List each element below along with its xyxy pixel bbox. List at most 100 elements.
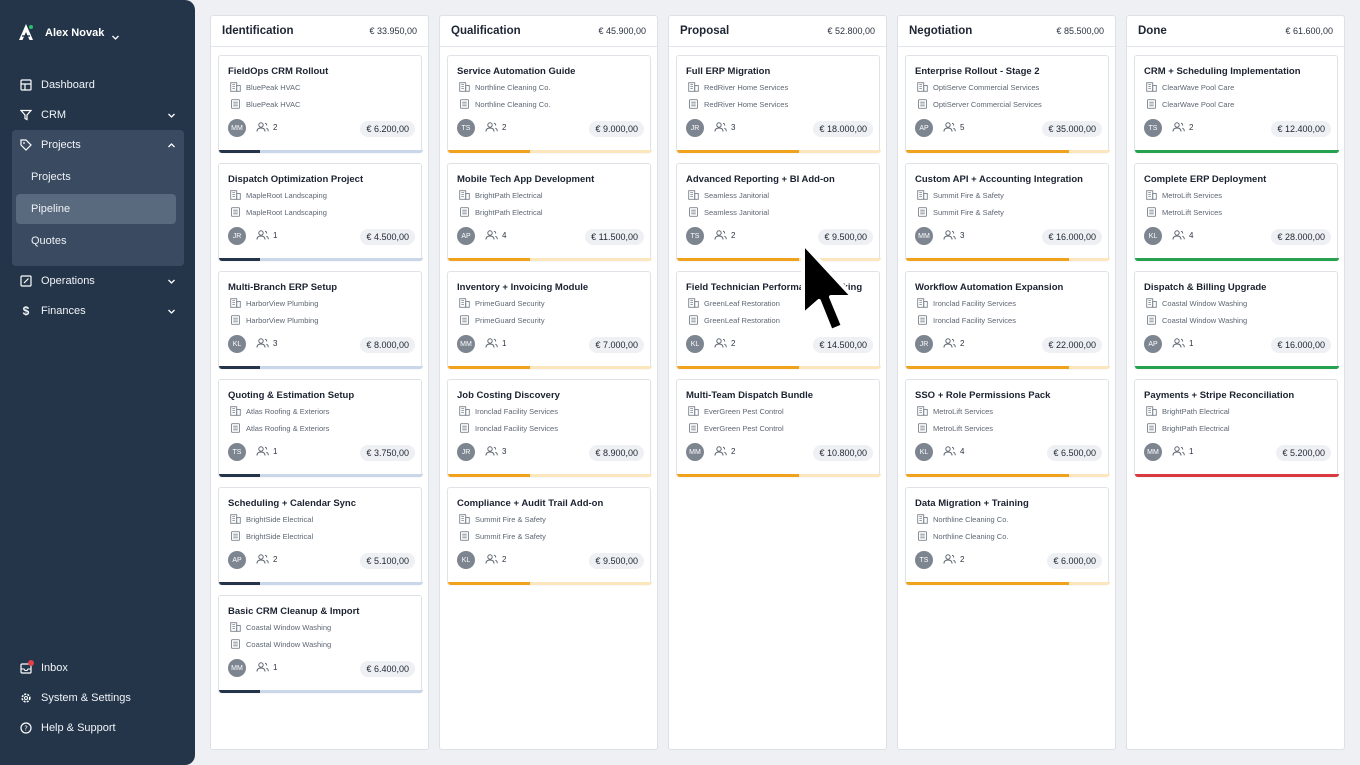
deal-card[interactable]: Enterprise Rollout - Stage 2 OptiServe C… — [905, 55, 1110, 153]
deal-title: Basic CRM Cleanup & Import — [228, 606, 360, 617]
stage-progress-bar — [448, 258, 652, 261]
contact-name: PrimeGuard Security — [475, 315, 545, 325]
avatar[interactable]: KL — [228, 335, 246, 353]
deal-company: BrightPath Electrical — [1146, 406, 1230, 416]
document-icon — [460, 423, 469, 433]
contact-name: BrightPath Electrical — [475, 207, 543, 217]
avatar[interactable]: TS — [915, 551, 933, 569]
company-name: Ironclad Facility Services — [475, 406, 558, 416]
deal-value: € 14.500,00 — [813, 337, 873, 353]
avatar[interactable]: KL — [915, 443, 933, 461]
avatar[interactable]: JR — [686, 119, 704, 137]
contact-name: Atlas Roofing & Exteriors — [246, 423, 330, 433]
stage-progress-fill — [677, 474, 800, 477]
avatar[interactable]: AP — [228, 551, 246, 569]
avatar[interactable]: TS — [457, 119, 475, 137]
contact-name: Coastal Window Washing — [246, 639, 332, 649]
deal-value: € 10.800,00 — [813, 445, 873, 461]
avatar[interactable]: JR — [915, 335, 933, 353]
contact-name: HarborView Plumbing — [246, 315, 319, 325]
deal-card[interactable]: Quoting & Estimation Setup Atlas Roofing… — [218, 379, 423, 477]
deal-card[interactable]: CRM + Scheduling Implementation ClearWav… — [1134, 55, 1339, 153]
deal-card[interactable]: Basic CRM Cleanup & Import Coastal Windo… — [218, 595, 423, 693]
stage-progress-bar — [448, 366, 652, 369]
deal-card[interactable]: Multi-Team Dispatch Bundle EverGreen Pes… — [676, 379, 881, 477]
deal-card[interactable]: Job Costing Discovery Ironclad Facility … — [447, 379, 652, 477]
company-name: Northline Cleaning Co. — [475, 82, 551, 92]
avatar[interactable]: KL — [686, 335, 704, 353]
nav-item-crm[interactable]: CRM — [12, 100, 184, 130]
deal-value: € 6.400,00 — [360, 661, 415, 677]
nav-item-operations[interactable]: Operations — [12, 266, 184, 296]
team-count-value: 2 — [960, 554, 965, 564]
avatar[interactable]: JR — [228, 227, 246, 245]
team-count-value: 2 — [960, 338, 965, 348]
deal-card[interactable]: FieldOps CRM Rollout BluePeak HVAC BlueP… — [218, 55, 423, 153]
deal-card[interactable]: Multi-Branch ERP Setup HarborView Plumbi… — [218, 271, 423, 369]
nav-label: System & Settings — [41, 692, 131, 704]
nav-item-finances[interactable]: $ Finances — [12, 296, 184, 326]
deal-card[interactable]: Workflow Automation Expansion Ironclad F… — [905, 271, 1110, 369]
avatar[interactable]: AP — [457, 227, 475, 245]
team-count: 1 — [485, 338, 506, 348]
contact-name: Summit Fire & Safety — [933, 207, 1004, 217]
deal-card[interactable]: Payments + Stripe Reconciliation BrightP… — [1134, 379, 1339, 477]
deal-card[interactable]: Dispatch Optimization Project MapleRoot … — [218, 163, 423, 261]
avatar[interactable]: MM — [457, 335, 475, 353]
users-icon — [485, 230, 498, 240]
avatar[interactable]: MM — [228, 119, 246, 137]
avatar[interactable]: KL — [457, 551, 475, 569]
column-total: € 45.900,00 — [598, 26, 646, 36]
deal-card[interactable]: Inventory + Invoicing Module PrimeGuard … — [447, 271, 652, 369]
deal-card[interactable]: Full ERP Migration RedRiver Home Service… — [676, 55, 881, 153]
avatar[interactable]: MM — [1144, 443, 1162, 461]
deal-card[interactable]: Mobile Tech App Development BrightPath E… — [447, 163, 652, 261]
deal-title: Quoting & Estimation Setup — [228, 390, 355, 401]
avatar[interactable]: KL — [1144, 227, 1162, 245]
deal-card[interactable]: SSO + Role Permissions Pack MetroLift Se… — [905, 379, 1110, 477]
building-icon — [459, 406, 470, 416]
sub-item-quotes[interactable]: Quotes — [16, 226, 176, 256]
deal-card[interactable]: Complete ERP Deployment MetroLift Servic… — [1134, 163, 1339, 261]
deal-card[interactable]: Scheduling + Calendar Sync BrightSide El… — [218, 487, 423, 585]
company-name: Summit Fire & Safety — [933, 190, 1004, 200]
deal-card[interactable]: Field Technician Performance Tracking Gr… — [676, 271, 881, 369]
avatar[interactable]: TS — [1144, 119, 1162, 137]
avatar[interactable]: TS — [228, 443, 246, 461]
sub-item-pipeline[interactable]: Pipeline — [16, 194, 176, 224]
team-count: 2 — [714, 338, 735, 348]
deal-value: € 28.000,00 — [1271, 229, 1331, 245]
deal-card[interactable]: Custom API + Accounting Integration Summ… — [905, 163, 1110, 261]
avatar[interactable]: MM — [228, 659, 246, 677]
team-count: 1 — [256, 230, 277, 240]
deal-card[interactable]: Data Migration + Training Northline Clea… — [905, 487, 1110, 585]
avatar[interactable]: AP — [1144, 335, 1162, 353]
avatar[interactable]: MM — [915, 227, 933, 245]
avatar[interactable]: MM — [686, 443, 704, 461]
chevron-down-icon — [167, 111, 176, 123]
deal-value: € 7.000,00 — [589, 337, 644, 353]
stage-progress-bar — [906, 366, 1110, 369]
team-count-value: 2 — [731, 230, 736, 240]
nav-item-projects[interactable]: Projects — [12, 130, 184, 160]
nav-item-settings[interactable]: System & Settings — [12, 683, 184, 713]
avatar[interactable]: JR — [457, 443, 475, 461]
deal-card[interactable]: Advanced Reporting + BI Add-on Seamless … — [676, 163, 881, 261]
nav-item-help[interactable]: ? Help & Support — [12, 713, 184, 743]
users-icon — [714, 122, 727, 132]
user-menu[interactable]: Alex Novak — [18, 22, 120, 44]
deal-title: Payments + Stripe Reconciliation — [1144, 390, 1295, 401]
nav-item-dashboard[interactable]: Dashboard — [12, 70, 184, 100]
users-icon — [256, 554, 269, 564]
avatar[interactable]: TS — [686, 227, 704, 245]
building-icon — [459, 514, 470, 524]
company-name: Coastal Window Washing — [1162, 298, 1248, 308]
deal-card[interactable]: Dispatch & Billing Upgrade Coastal Windo… — [1134, 271, 1339, 369]
nav-item-inbox[interactable]: Inbox — [12, 653, 184, 683]
deal-card[interactable]: Compliance + Audit Trail Add-on Summit F… — [447, 487, 652, 585]
sub-item-projects[interactable]: Projects — [16, 162, 176, 192]
avatar[interactable]: AP — [915, 119, 933, 137]
deal-card[interactable]: Service Automation Guide Northline Clean… — [447, 55, 652, 153]
stage-progress-fill — [906, 582, 1070, 585]
nav-label: Finances — [41, 305, 86, 317]
